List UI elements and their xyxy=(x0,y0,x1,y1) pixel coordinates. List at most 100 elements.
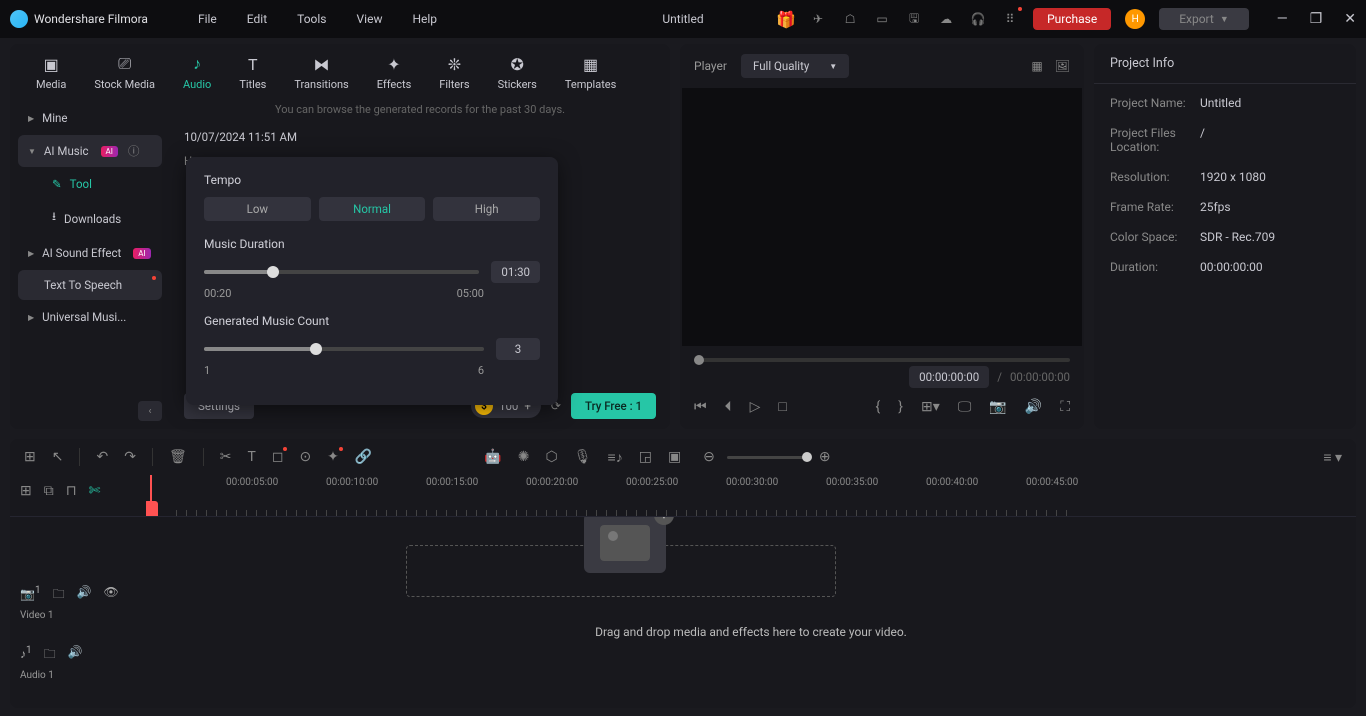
playhead[interactable] xyxy=(150,475,152,516)
minimize-button[interactable]: ― xyxy=(1277,11,1288,27)
sidebar-item-ai-sound-effect[interactable]: ▶AI Sound EffectAI xyxy=(18,238,162,268)
folder-icon[interactable]: 🗀 xyxy=(44,645,56,666)
menu-help[interactable]: Help xyxy=(412,12,437,26)
player-viewport[interactable] xyxy=(682,88,1082,346)
purchase-button[interactable]: Purchase xyxy=(1033,8,1111,30)
adjust-icon[interactable]: ◲ xyxy=(639,449,652,465)
tab-stock-media[interactable]: ⎚Stock Media xyxy=(94,54,155,91)
mark-out-icon[interactable]: } xyxy=(898,399,903,415)
save-icon[interactable]: 🖫 xyxy=(905,10,923,28)
select-tool-icon[interactable]: ↖ xyxy=(52,449,64,465)
tempo-normal[interactable]: Normal xyxy=(319,197,426,221)
play-icon[interactable]: ▷ xyxy=(750,399,761,415)
voiceover-icon[interactable]: 🎙 xyxy=(574,449,592,465)
step-back-icon[interactable]: ⏴ xyxy=(725,399,732,415)
zoom-thumb[interactable] xyxy=(802,452,812,462)
visibility-icon[interactable]: 👁 xyxy=(104,585,119,606)
count-slider[interactable] xyxy=(204,347,484,351)
monitor-icon[interactable]: 🖵 xyxy=(958,399,972,415)
speed-icon[interactable]: ⊙ xyxy=(299,449,311,465)
folder-icon[interactable]: 🗀 xyxy=(53,585,65,606)
auto-cut-icon[interactable]: ✄ xyxy=(89,483,101,499)
ai-tool-icon[interactable]: ✦ xyxy=(327,449,339,465)
sidebar-item-ai-music[interactable]: ▼AI MusicAIⓘ xyxy=(18,135,162,167)
tab-effects[interactable]: ✦Effects xyxy=(377,54,412,91)
tracks-body[interactable]: + Drag and drop media and effects here t… xyxy=(146,517,1356,708)
zoom-slider[interactable] xyxy=(727,456,807,459)
tab-filters[interactable]: ❊Filters xyxy=(439,54,469,91)
media-placeholder[interactable]: + xyxy=(584,517,666,573)
image-view-icon[interactable]: 🖼 xyxy=(1055,59,1070,73)
stop-icon[interactable]: □ xyxy=(778,398,786,415)
audio-mixer-icon[interactable]: ≡♪ xyxy=(608,449,623,466)
crop-icon[interactable]: ◻ xyxy=(272,449,284,465)
ratio-icon[interactable]: ⊞▾ xyxy=(921,399,940,415)
marker-icon[interactable]: ⬡ xyxy=(546,449,558,465)
video-track-header[interactable]: 📷1 🗀 🔊 👁 Video 1 xyxy=(10,577,146,637)
tab-stickers[interactable]: ✪Stickers xyxy=(498,54,537,91)
keyframe-icon[interactable]: ✺ xyxy=(518,449,530,465)
zoom-in-icon[interactable]: ⊕ xyxy=(819,449,831,465)
quality-dropdown[interactable]: Full Quality▼ xyxy=(741,54,849,78)
tab-media[interactable]: ▣Media xyxy=(36,54,66,91)
snapshot-icon[interactable]: 📷 xyxy=(989,399,1006,415)
mute-icon[interactable]: 🔊 xyxy=(68,645,83,666)
duration-slider[interactable] xyxy=(204,270,479,274)
try-free-button[interactable]: Try Free : 1 xyxy=(571,393,656,419)
sidebar-item-mine[interactable]: ▶Mine xyxy=(18,103,162,133)
redo-icon[interactable]: ↷ xyxy=(124,449,136,465)
tab-templates[interactable]: ▦Templates xyxy=(565,54,616,91)
undo-icon[interactable]: ↶ xyxy=(96,449,108,465)
collapse-sidebar-button[interactable]: ‹ xyxy=(138,401,162,421)
render-icon[interactable]: ▣ xyxy=(668,449,681,465)
link-tracks-icon[interactable]: ⧉ xyxy=(44,483,54,499)
audio-track-header[interactable]: ♪1 🗀 🔊 Audio 1 xyxy=(10,637,146,697)
tab-audio[interactable]: ♪Audio xyxy=(183,54,211,91)
timeline-ruler[interactable]: 00:00:05:0000:00:10:0000:00:15:0000:00:2… xyxy=(146,475,1356,516)
mark-in-icon[interactable]: { xyxy=(876,399,881,415)
menu-file[interactable]: File xyxy=(198,12,217,26)
maximize-button[interactable]: ❐ xyxy=(1310,11,1323,27)
add-track-icon[interactable]: ⊞ xyxy=(20,483,32,499)
prev-frame-icon[interactable]: ⏮ xyxy=(694,399,707,415)
sidebar-item-downloads[interactable]: ⭳Downloads xyxy=(18,201,162,236)
export-button[interactable]: Export▼ xyxy=(1159,8,1249,30)
split-icon[interactable]: ✂ xyxy=(220,449,232,465)
link-icon[interactable]: 🔗 xyxy=(355,449,372,465)
gift-icon[interactable]: 🎁 xyxy=(777,10,795,28)
send-icon[interactable]: ✈ xyxy=(809,10,827,28)
tab-transitions[interactable]: ⧓Transitions xyxy=(294,54,348,91)
add-media-button[interactable]: + xyxy=(654,517,674,525)
music-icon[interactable]: ♪1 xyxy=(20,645,32,666)
scrub-thumb[interactable] xyxy=(694,355,704,365)
sidebar-item-text-to-speech[interactable]: Text To Speech xyxy=(18,270,162,300)
layout-icon[interactable]: ⊞ xyxy=(24,449,36,465)
headphones-icon[interactable]: 🎧 xyxy=(969,10,987,28)
cloud-icon[interactable]: ☁ xyxy=(937,10,955,28)
slider-thumb[interactable] xyxy=(267,266,279,278)
tempo-low[interactable]: Low xyxy=(204,197,311,221)
tab-titles[interactable]: TTitles xyxy=(239,54,266,91)
user-avatar[interactable]: H xyxy=(1125,9,1145,29)
sidebar-item-tool[interactable]: ✎Tool xyxy=(18,169,162,199)
volume-icon[interactable]: 🔊 xyxy=(1025,399,1042,415)
help-icon[interactable]: ⓘ xyxy=(128,143,140,159)
close-button[interactable]: ✕ xyxy=(1344,11,1356,27)
menu-view[interactable]: View xyxy=(357,12,383,26)
time-current[interactable]: 00:00:00:00 xyxy=(909,366,989,388)
grid-view-icon[interactable]: ▦ xyxy=(1031,59,1042,73)
sidebar-item-universal-music[interactable]: ▶Universal Musi... xyxy=(18,302,162,332)
duration-value[interactable]: 01:30 xyxy=(491,261,540,283)
ai-assistant-icon[interactable]: 🤖 xyxy=(484,449,501,465)
menu-tools[interactable]: Tools xyxy=(297,12,326,26)
playhead-handle[interactable] xyxy=(146,501,158,516)
magnet-icon[interactable]: ⊓ xyxy=(66,483,77,499)
count-value[interactable]: 3 xyxy=(496,338,540,360)
camera-icon[interactable]: 📷1 xyxy=(20,585,41,606)
text-icon[interactable]: T xyxy=(247,449,255,465)
zoom-out-icon[interactable]: ⊖ xyxy=(703,449,715,465)
slider-thumb[interactable] xyxy=(310,343,322,355)
feedback-icon[interactable]: ☖ xyxy=(841,10,859,28)
delete-icon[interactable]: 🗑 xyxy=(169,449,187,465)
fullscreen-icon[interactable]: ⛶ xyxy=(1060,399,1070,415)
